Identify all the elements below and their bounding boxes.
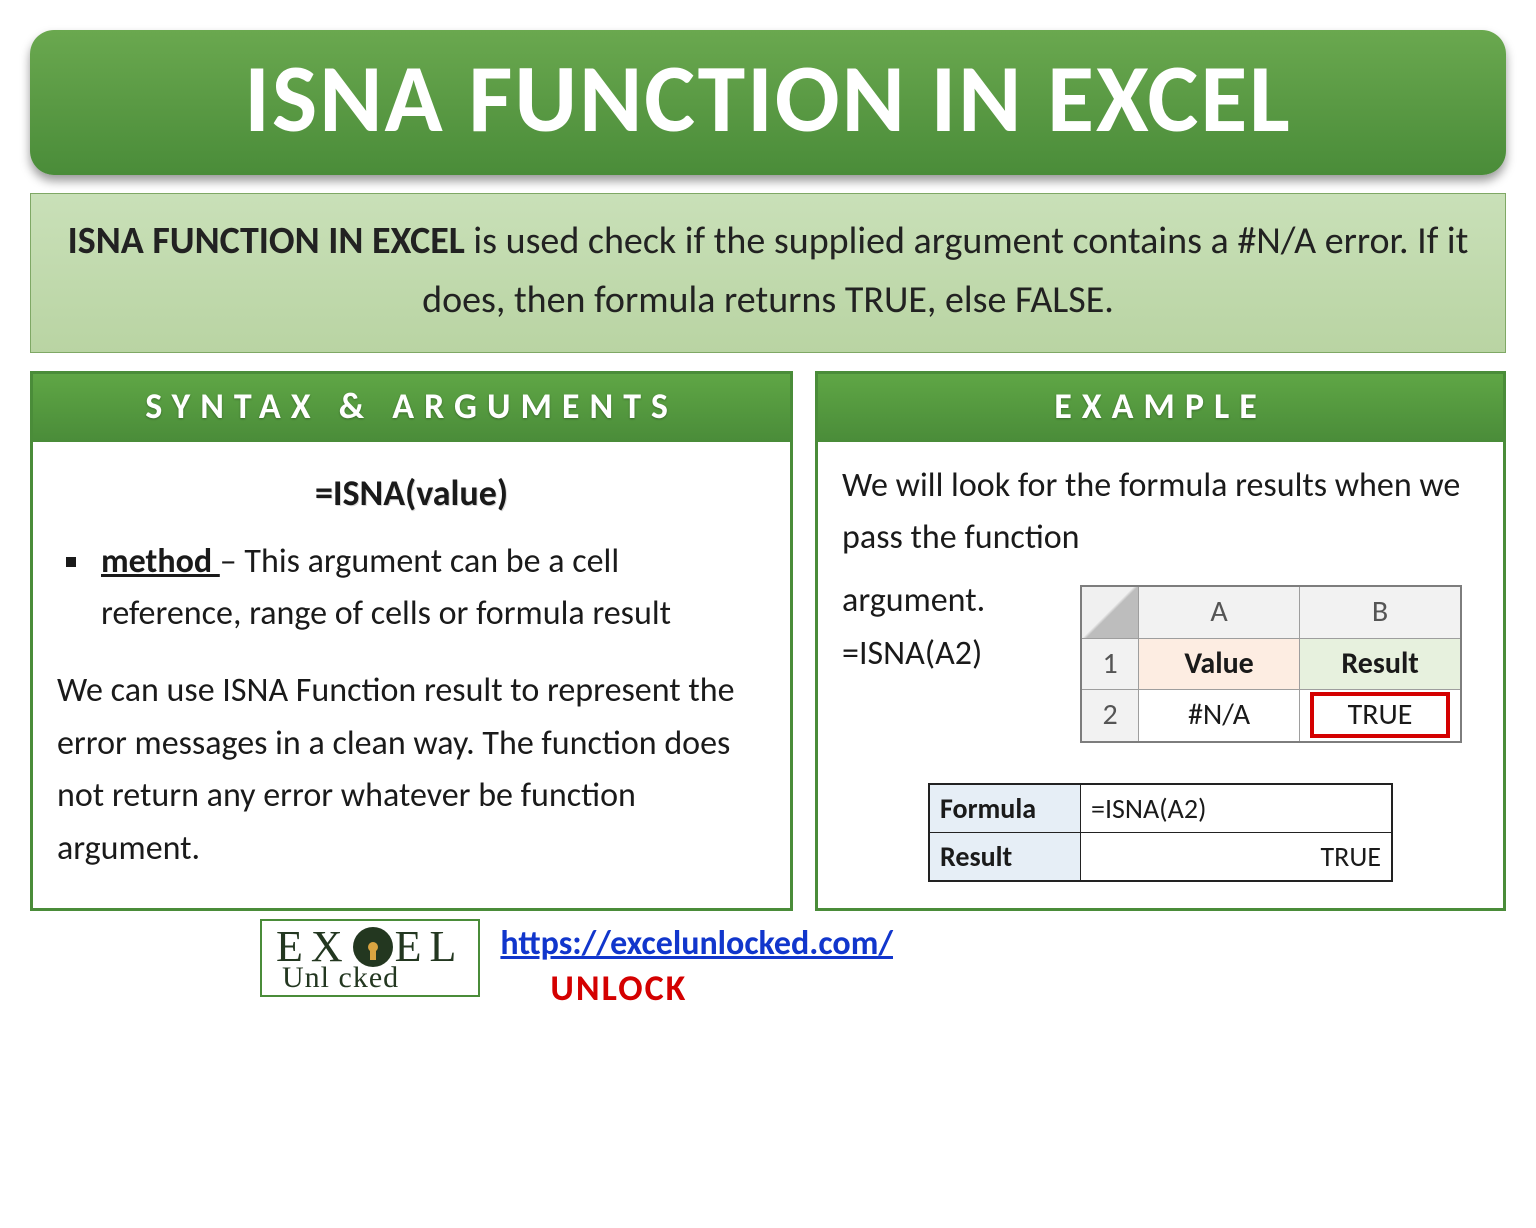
- sheet-header-result: Result: [1300, 638, 1462, 690]
- sheet-header-value: Value: [1139, 638, 1300, 690]
- description-box: ISNA FUNCTION IN EXCEL is used check if …: [30, 193, 1506, 353]
- page-title: ISNA FUNCTION IN EXCEL: [244, 40, 1292, 157]
- syntax-formula: =ISNA(value): [57, 466, 766, 522]
- argument-list: method – This argument can be a cell ref…: [57, 536, 766, 641]
- sheet-col-b: B: [1300, 586, 1462, 638]
- argument-name: method: [101, 541, 220, 582]
- sheet-cell-a2: #N/A: [1139, 690, 1300, 742]
- syntax-header: SYNTAX & ARGUMENTS: [33, 374, 790, 442]
- sheet-row-1: 1: [1081, 638, 1139, 690]
- example-argument-label: argument.: [842, 575, 1062, 628]
- globe-icon: [353, 927, 393, 967]
- sheet-row-2: 2: [1081, 690, 1139, 742]
- unlock-label: UNLOCK: [500, 966, 893, 1010]
- example-body: We will look for the formula results whe…: [818, 442, 1503, 909]
- result-label-result: Result: [929, 833, 1081, 882]
- infographic-page: ISNA FUNCTION IN EXCEL ISNA FUNCTION IN …: [30, 30, 1506, 1010]
- mini-spreadsheet: A B 1 Value Result 2 #N/A TRUE: [1080, 585, 1462, 743]
- example-panel: EXAMPLE We will look for the formula res…: [815, 371, 1506, 912]
- example-intro: We will look for the formula results whe…: [842, 460, 1479, 565]
- result-value-result: TRUE: [1081, 833, 1393, 882]
- description-bold: ISNA FUNCTION IN EXCEL: [68, 218, 465, 264]
- sheet-corner: [1081, 586, 1139, 638]
- footer: EX EL Unl cked https://excelunlocked.com…: [30, 919, 1506, 1010]
- example-row: argument. =ISNA(A2) A B 1 Value Result: [842, 575, 1479, 743]
- columns: SYNTAX & ARGUMENTS =ISNA(value) method –…: [30, 371, 1506, 912]
- website-link[interactable]: https://excelunlocked.com/: [500, 923, 893, 964]
- example-header: EXAMPLE: [818, 374, 1503, 442]
- syntax-panel: SYNTAX & ARGUMENTS =ISNA(value) method –…: [30, 371, 793, 912]
- example-formula-text: =ISNA(A2): [842, 628, 1062, 681]
- footer-links: https://excelunlocked.com/ UNLOCK: [500, 919, 893, 1010]
- result-table: Formula =ISNA(A2) Result TRUE: [928, 783, 1393, 883]
- title-bar: ISNA FUNCTION IN EXCEL: [30, 30, 1506, 175]
- syntax-note: We can use ISNA Function result to repre…: [57, 665, 766, 876]
- logo-text-el: EL: [395, 925, 465, 969]
- result-label-formula: Formula: [929, 784, 1081, 833]
- excel-unlocked-logo: EX EL Unl cked: [260, 919, 480, 997]
- sheet-col-a: A: [1139, 586, 1300, 638]
- highlighted-true: TRUE: [1310, 692, 1450, 738]
- keyhole-icon: [368, 942, 378, 952]
- syntax-body: =ISNA(value) method – This argument can …: [33, 442, 790, 902]
- result-value-formula: =ISNA(A2): [1081, 784, 1393, 833]
- argument-item: method – This argument can be a cell ref…: [93, 536, 766, 641]
- sheet-cell-b2: TRUE: [1300, 690, 1462, 742]
- example-side-text: argument. =ISNA(A2): [842, 575, 1062, 680]
- description-text: is used check if the supplied argument c…: [422, 218, 1468, 323]
